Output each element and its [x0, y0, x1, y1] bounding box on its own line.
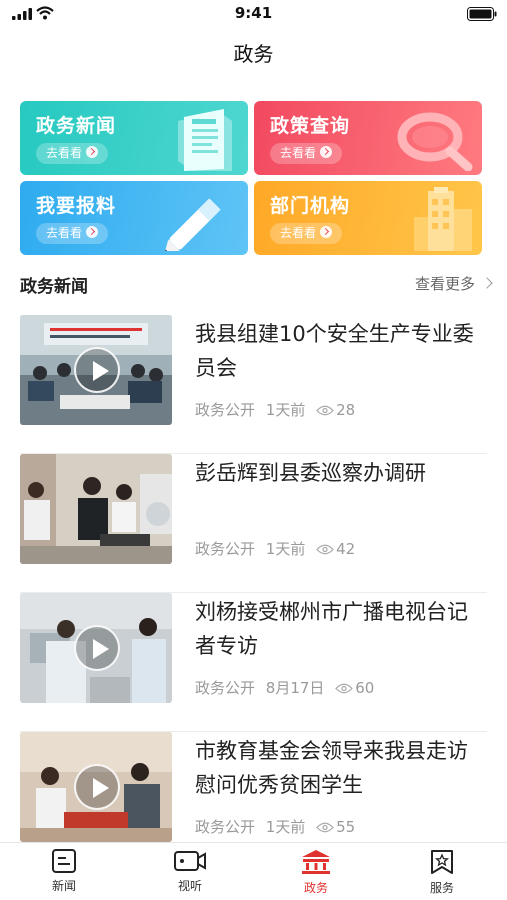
chevron-right-icon [320, 146, 333, 158]
news-views: 42 [336, 540, 356, 558]
news-time: 1天前 [265, 401, 306, 419]
tab-label: 服务 [429, 881, 454, 895]
news-thumbnail [20, 454, 172, 564]
tab-service[interactable]: 服务 [402, 849, 482, 896]
shortcut-card-policy[interactable]: 政策查询 去看看 [254, 101, 482, 175]
shortcut-card-department[interactable]: 部门机构 去看看 [254, 181, 482, 255]
news-time: 1天前 [265, 818, 306, 836]
news-time: 1天前 [265, 540, 306, 558]
status-bar: 9:41 [0, 0, 507, 28]
news-title: 我县组建10个安全生产专业委员会 [195, 322, 474, 380]
tab-label: 新闻 [51, 879, 76, 893]
page-title: 政务 [233, 42, 274, 66]
government-icon [302, 850, 330, 874]
news-source: 政务公开 [195, 540, 256, 558]
play-icon[interactable] [74, 764, 120, 810]
shortcut-card-report[interactable]: 我要报料 去看看 [20, 181, 248, 255]
newspaper-icon [178, 109, 232, 171]
news-item[interactable]: 我县组建10个安全生产专业委员会 政务公开 1天前 28 [0, 315, 507, 454]
service-icon [431, 850, 453, 874]
shortcut-title: 政策查询 [270, 115, 351, 137]
go-see-button[interactable]: 去看看 [36, 223, 109, 244]
shortcut-title: 我要报料 [36, 195, 117, 217]
tab-government[interactable]: 政务 [276, 849, 356, 896]
shortcut-card-news[interactable]: 政务新闻 去看看 [20, 101, 248, 175]
go-see-button[interactable]: 去看看 [270, 143, 343, 164]
battery-icon [467, 7, 497, 21]
shortcut-title: 政务新闻 [36, 115, 117, 137]
chevron-right-icon [481, 277, 493, 289]
news-title: 彭岳辉到县委巡察办调研 [195, 461, 426, 485]
news-views: 28 [336, 401, 356, 419]
news-meta: 政务公开 1天前 42 [195, 538, 361, 559]
go-see-label: 去看看 [280, 146, 317, 160]
go-see-label: 去看看 [280, 226, 317, 240]
news-title: 市教育基金会领导来我县走访慰问优秀贫困学生 [195, 739, 468, 797]
tab-video[interactable]: 视听 [150, 849, 230, 894]
eye-icon [316, 822, 334, 833]
news-meta: 政务公开 1天前 28 [195, 399, 361, 420]
shortcut-title: 部门机构 [270, 195, 351, 217]
chevron-right-icon [320, 226, 333, 238]
play-icon[interactable] [74, 625, 120, 671]
news-item[interactable]: 刘杨接受郴州市广播电视台记者专访 政务公开 8月17日 60 [0, 593, 507, 732]
news-icon [52, 849, 76, 873]
eye-icon [316, 405, 334, 416]
magnifier-icon [397, 112, 473, 171]
view-more-label: 查看更多 [414, 275, 475, 293]
tab-label: 政务 [303, 881, 328, 895]
status-time: 9:41 [234, 4, 273, 22]
news-source: 政务公开 [195, 679, 256, 697]
news-meta: 政务公开 1天前 55 [195, 816, 361, 837]
news-title: 刘杨接受郴州市广播电视台记者专访 [195, 600, 468, 658]
news-meta: 政务公开 8月17日 60 [195, 677, 380, 698]
news-views: 60 [355, 679, 375, 697]
eye-icon [335, 683, 354, 694]
news-source: 政务公开 [195, 818, 256, 836]
eye-icon [316, 544, 334, 555]
news-thumbnail [20, 732, 172, 842]
news-source: 政务公开 [195, 401, 256, 419]
tab-news[interactable]: 新闻 [24, 849, 104, 894]
play-icon[interactable] [74, 347, 120, 393]
tab-bar: 新闻 视听 政务 服务 [0, 842, 507, 900]
chevron-right-icon [86, 146, 99, 158]
view-more-link[interactable]: 查看更多 [414, 273, 493, 294]
go-see-button[interactable]: 去看看 [270, 223, 343, 244]
news-thumbnail [20, 593, 172, 703]
building-icon [414, 187, 472, 251]
news-thumbnail [20, 315, 172, 425]
news-views: 55 [336, 818, 356, 836]
go-see-label: 去看看 [46, 146, 83, 160]
news-time: 8月17日 [265, 679, 325, 697]
chevron-right-icon [86, 226, 99, 238]
section-title: 政务新闻 [20, 277, 88, 297]
go-see-label: 去看看 [46, 226, 83, 240]
tab-label: 视听 [177, 879, 202, 893]
go-see-button[interactable]: 去看看 [36, 143, 109, 164]
news-item[interactable]: 彭岳辉到县委巡察办调研 政务公开 1天前 42 [0, 454, 507, 593]
pen-icon [164, 198, 221, 251]
video-icon [174, 851, 206, 871]
